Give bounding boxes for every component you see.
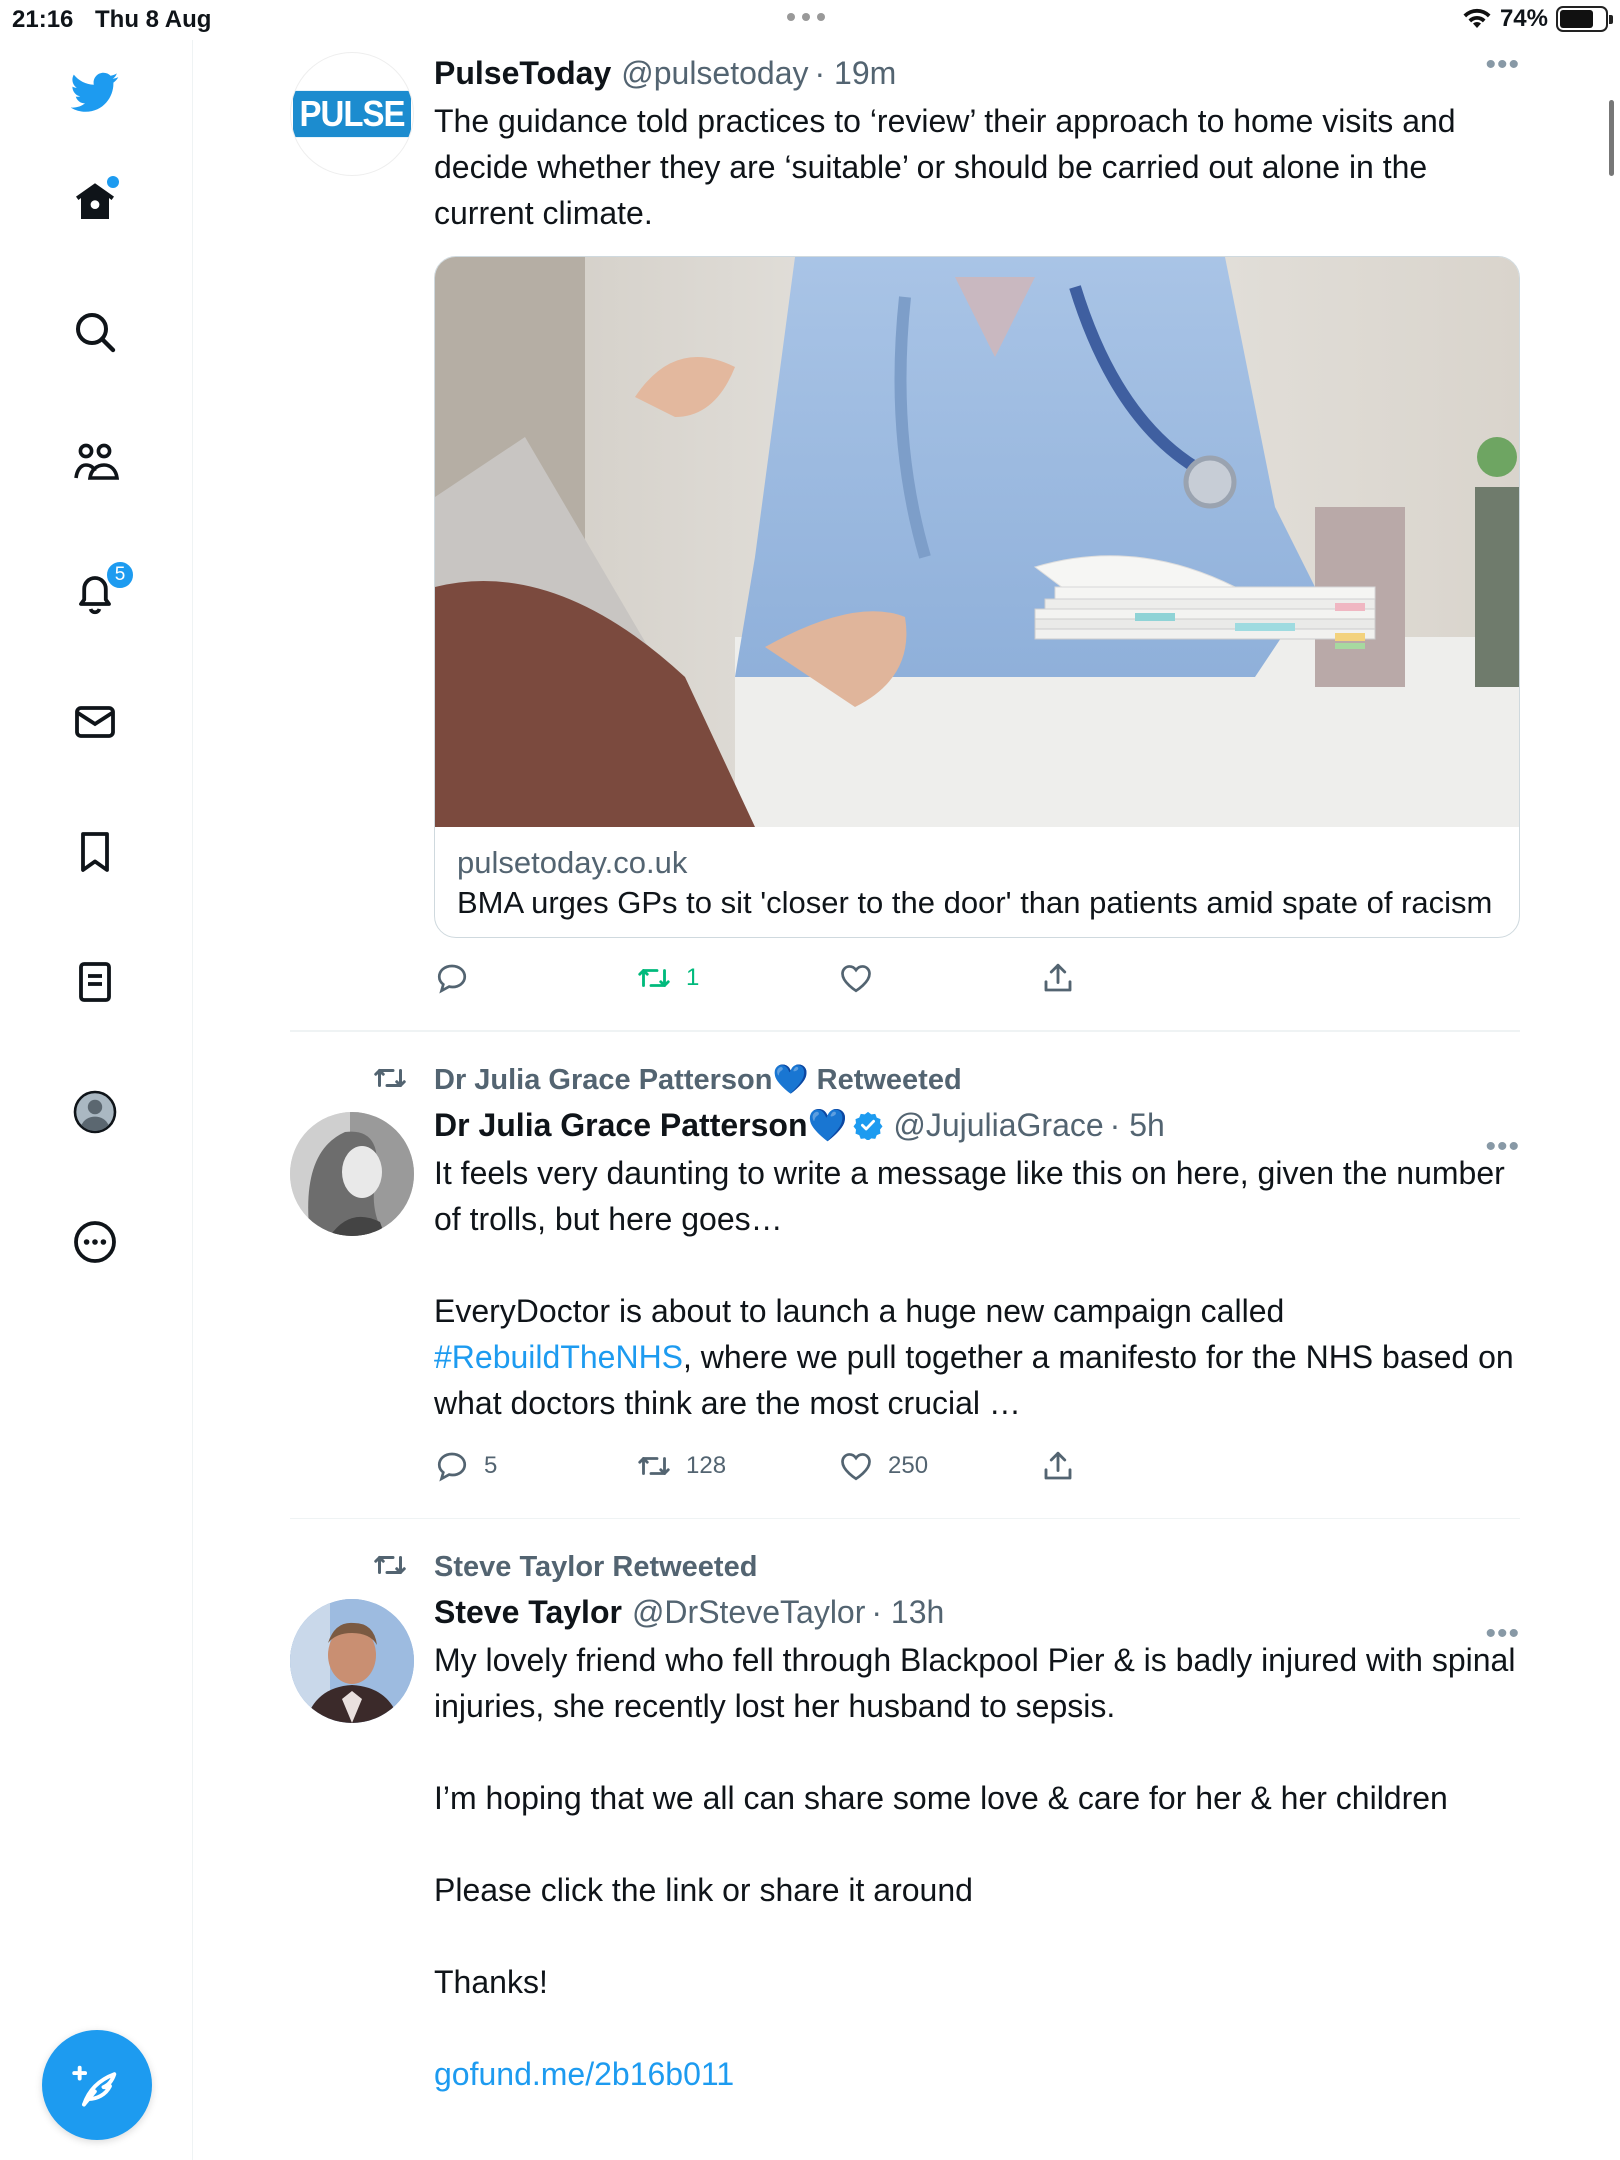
more-options-icon[interactable] <box>67 1214 123 1270</box>
sidebar-nav: 5 <box>0 40 193 2160</box>
home-icon[interactable] <box>67 174 123 230</box>
wifi-icon <box>1463 8 1491 28</box>
author-name[interactable]: Dr Julia Grace Patterson💙 <box>434 1104 847 1146</box>
lists-icon[interactable] <box>67 954 123 1010</box>
author-handle[interactable]: @JujuliaGrace <box>893 1104 1103 1146</box>
tweet-time: · 5h <box>1109 1106 1165 1143</box>
link-card[interactable]: pulsetoday.co.uk BMA urges GPs to sit 'c… <box>434 256 1520 938</box>
status-time: 21:16 <box>12 6 74 33</box>
author-handle[interactable]: @pulsetoday <box>621 52 808 94</box>
tweet-text: It feels very daunting to write a messag… <box>434 1150 1520 1426</box>
tweet-time: · 19m <box>814 55 897 91</box>
gofund-link[interactable]: gofund.me/2b16b011 <box>434 2051 1520 2097</box>
share-icon <box>1044 1451 1072 1479</box>
tweet-header: PulseToday @pulsetoday · 19m <box>434 52 1520 94</box>
reply-icon <box>437 1452 467 1481</box>
notifications-count-badge: 5 <box>105 560 135 590</box>
retweet-count: 128 <box>686 1451 727 1479</box>
scroll-indicator[interactable] <box>1609 100 1614 176</box>
tweet-text: The guidance told practices to ‘review’ … <box>434 103 1465 231</box>
retweet-small-icon <box>374 1556 406 1574</box>
tweet-header: Steve Taylor @DrSteveTaylor · 13h <box>434 1591 1520 1633</box>
tweet-time: · 13h <box>871 1594 945 1630</box>
twitter-logo-icon[interactable] <box>67 64 123 120</box>
share-button[interactable] <box>1040 1448 1242 1484</box>
link-card-title: BMA urges GPs to sit 'closer to the door… <box>457 885 1493 920</box>
share-icon <box>1044 963 1072 992</box>
avatar-steve[interactable] <box>290 1599 414 1723</box>
notifications-bell-icon[interactable]: 5 <box>67 560 135 620</box>
link-card-image <box>435 257 1519 827</box>
retweet-small-icon <box>374 1068 406 1087</box>
retweeted-by[interactable]: Steve Taylor Retweeted <box>374 1547 1520 1587</box>
retweet-button[interactable]: 1 <box>636 960 838 996</box>
tweet-actions: 5 128 250 <box>434 1444 1520 1488</box>
link-card-domain: pulsetoday.co.uk <box>457 845 688 880</box>
bookmark-icon[interactable] <box>67 824 123 880</box>
reply-button[interactable]: 5 <box>434 1448 636 1484</box>
verified-badge-icon <box>853 1111 883 1140</box>
share-button[interactable] <box>1040 960 1242 996</box>
heart-icon <box>841 1452 871 1480</box>
author-name[interactable]: PulseToday <box>434 52 611 94</box>
retweet-button[interactable]: 128 <box>636 1448 838 1484</box>
like-count: 250 <box>888 1451 929 1479</box>
author-handle[interactable]: @DrSteveTaylor <box>632 1591 865 1633</box>
home-new-dot <box>107 176 119 188</box>
tweet-pulsetoday[interactable]: PULSE PulseToday @pulsetoday · 19m ••• T… <box>290 40 1520 1032</box>
pulse-logo: PULSE <box>293 90 411 138</box>
status-right: 74% <box>1462 5 1613 33</box>
timeline-feed: PULSE PulseToday @pulsetoday · 19m ••• T… <box>290 40 1520 2097</box>
tweet-text: My lovely friend who fell through Blackp… <box>434 1642 1516 2000</box>
tweet-actions: 1 <box>434 956 1520 1000</box>
retweet-count: 1 <box>686 964 700 991</box>
retweeted-by-text: Dr Julia Grace Patterson💙 Retweeted <box>434 1063 962 1096</box>
tweet-header: Dr Julia Grace Patterson💙 @JujuliaGrace … <box>434 1104 1520 1146</box>
messages-mail-icon[interactable] <box>67 694 123 750</box>
like-button[interactable] <box>838 960 1040 996</box>
retweet-icon <box>638 969 670 987</box>
retweet-icon <box>638 1456 670 1475</box>
multitasking-dots-icon[interactable] <box>787 13 825 21</box>
battery-icon <box>1556 6 1613 32</box>
avatar-pulsetoday[interactable]: PULSE <box>290 52 414 176</box>
hashtag-link[interactable]: #RebuildTheNHS <box>434 1339 683 1375</box>
reply-button[interactable] <box>434 960 636 996</box>
retweeted-by[interactable]: Dr Julia Grace Patterson💙 Retweeted <box>374 1060 1520 1100</box>
retweeted-by-text: Steve Taylor Retweeted <box>434 1550 758 1583</box>
search-icon[interactable] <box>67 304 123 360</box>
reply-count: 5 <box>484 1451 498 1479</box>
tweet-julia[interactable]: Dr Julia Grace Patterson💙 Retweeted Dr J… <box>290 1032 1520 1519</box>
tweet-text-part: It feels very daunting to write a messag… <box>434 1154 1505 1329</box>
compose-tweet-button[interactable] <box>42 2030 152 2140</box>
tweet-more-icon[interactable]: ••• <box>1485 1617 1520 1651</box>
status-bar: 21:16 Thu 8 Aug 74% <box>0 0 1620 40</box>
like-button[interactable]: 250 <box>838 1448 1040 1484</box>
tweet-more-icon[interactable]: ••• <box>1485 1130 1520 1164</box>
heart-icon <box>841 965 871 993</box>
profile-avatar-icon[interactable] <box>67 1084 123 1140</box>
tweet-steve[interactable]: Steve Taylor Retweeted Steve Taylor @DrS… <box>290 1519 1520 2097</box>
author-name[interactable]: Steve Taylor <box>434 1591 622 1633</box>
avatar-julia[interactable] <box>290 1111 414 1236</box>
tweet-more-icon[interactable]: ••• <box>1485 48 1520 82</box>
battery-percent: 74% <box>1499 5 1548 32</box>
status-date: Thu 8 Aug <box>95 6 212 33</box>
reply-icon <box>437 964 467 994</box>
communities-icon[interactable] <box>67 434 123 490</box>
compose-feather-icon <box>72 2065 117 2107</box>
